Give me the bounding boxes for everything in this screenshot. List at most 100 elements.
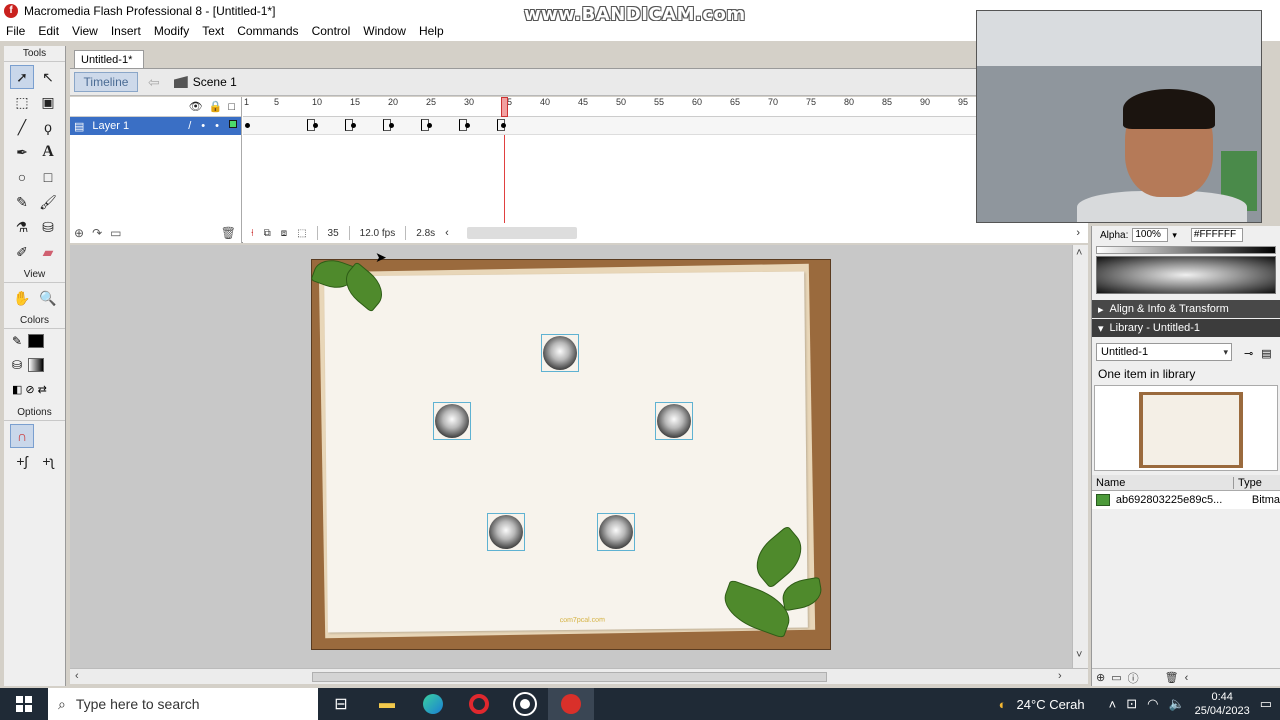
ink-bottle-tool-icon[interactable]: ⚗ [10,215,34,239]
scroll-left-icon[interactable]: ‹ [445,227,449,239]
keyframe[interactable] [351,123,356,128]
keyframe[interactable] [501,123,506,128]
menu-text[interactable]: Text [202,24,224,38]
volume-icon[interactable]: 🔈 [1168,696,1184,712]
lasso-tool-icon[interactable]: ϙ [36,115,60,139]
onion-outline-icon[interactable]: ⧈ [281,228,287,239]
pen-tool-icon[interactable]: ✒ [10,140,34,164]
library-item-row[interactable]: ab692803225e89c5... Bitma [1092,491,1280,509]
outline-icon[interactable]: □ [228,101,235,113]
layer-color-swatch[interactable] [229,120,237,128]
frame-ruler[interactable]: 1 5 10 15 20 25 30 35 40 45 50 55 60 65 … [243,97,1088,117]
pin-icon[interactable]: ⊸ [1244,347,1253,360]
gradient-slider[interactable] [1096,246,1276,254]
scroll-right-icon[interactable]: › [1076,227,1080,239]
insert-layer-icon[interactable]: ⊕ [74,226,84,240]
new-symbol-icon[interactable]: ⊕ [1096,671,1105,684]
ball-symbol[interactable] [433,402,471,440]
pencil-tool-icon[interactable]: ✎ [10,190,34,214]
alpha-input[interactable]: 100% [1132,228,1169,242]
hand-tool-icon[interactable]: ✋ [10,286,34,310]
eraser-tool-icon[interactable]: ▰ [36,240,60,264]
weather-text[interactable]: 24°C Cerah [1017,697,1085,712]
edge-browser-icon[interactable] [410,688,456,720]
onion-skin-icon[interactable]: ⧉ [264,228,271,239]
snap-magnet-icon[interactable]: ∩ [10,424,34,448]
layer-row[interactable]: ▤ Layer 1 / • • [70,117,241,135]
timeline-hscroll-thumb[interactable] [466,227,577,239]
swap-colors-icon[interactable]: ⇄ [38,383,47,396]
eyedropper-tool-icon[interactable]: ✐ [10,240,34,264]
paint-bucket-tool-icon[interactable]: ⛁ [36,215,60,239]
menu-commands[interactable]: Commands [237,24,298,38]
flash-taskbar-icon[interactable] [548,688,594,720]
taskbar-clock[interactable]: 0:44 25/04/2023 [1195,690,1250,718]
wifi-icon[interactable]: ◠ [1147,696,1158,712]
delete-layer-icon[interactable]: 🗑 [221,226,236,240]
straighten-icon[interactable]: +ʅ [36,449,60,473]
start-button[interactable] [0,688,48,720]
stage-vertical-scrollbar[interactable]: ˄ ˅ [1072,245,1088,668]
menu-file[interactable]: File [6,24,25,38]
keyframe[interactable] [245,123,250,128]
column-name[interactable]: Name [1092,476,1234,489]
frame-rate[interactable]: 12.0 fps [360,228,396,239]
black-white-icon[interactable]: ◧ [12,383,22,396]
brush-tool-icon[interactable]: 🖌 [36,190,60,214]
stage-background-frame[interactable]: com7pcal.com [310,254,831,650]
insert-folder-icon[interactable]: ▭ [110,226,121,240]
subselection-tool-icon[interactable]: ↖ [36,65,60,89]
scroll-left-icon[interactable]: ‹ [75,670,79,682]
menu-help[interactable]: Help [419,24,444,38]
weather-icon[interactable]: ◐ [999,697,1007,712]
line-tool-icon[interactable]: ╱ [10,115,34,139]
scene-label[interactable]: Scene 1 [193,75,237,89]
eye-icon[interactable]: 👁 [189,100,203,113]
menu-insert[interactable]: Insert [111,24,141,38]
keyframe[interactable] [465,123,470,128]
center-frame-icon[interactable]: ⍿ [251,228,254,239]
library-header[interactable]: ▾ Library - Untitled-1 [1092,319,1280,337]
scroll-up-icon[interactable]: ˄ [1076,247,1082,259]
bandicam-icon[interactable] [502,688,548,720]
delete-item-icon[interactable]: 🗑 [1165,671,1179,684]
new-folder-icon[interactable]: ▭ [1111,671,1121,684]
alpha-dropdown-icon[interactable]: ▾ [1172,230,1177,241]
lock-dot-icon[interactable]: • [215,120,219,132]
layer-frames[interactable] [243,117,1088,135]
document-tab[interactable]: Untitled-1* [74,50,144,68]
text-tool-icon[interactable]: A [36,140,60,164]
ball-symbol[interactable] [541,334,579,372]
file-explorer-icon[interactable]: ▬ [364,688,410,720]
add-motion-guide-icon[interactable]: ↷ [92,226,102,240]
timeline-toggle-button[interactable]: Timeline [74,72,138,92]
menu-control[interactable]: Control [312,24,351,38]
library-document-select[interactable]: Untitled-1 ▾ [1096,343,1232,361]
layer-name[interactable]: Layer 1 [92,120,129,132]
notifications-icon[interactable]: ▭ [1260,696,1272,712]
new-library-icon[interactable]: ▤ [1261,347,1271,360]
scroll-down-icon[interactable]: ˅ [1076,649,1082,661]
stage-hscroll-thumb[interactable] [312,672,827,682]
lock-icon[interactable]: 🔒 [209,100,223,113]
edit-multiple-icon[interactable]: ⬚ [297,228,306,239]
task-view-icon[interactable]: ⊟ [318,688,364,720]
no-color-icon[interactable]: ⊘ [25,383,34,396]
scroll-left-icon[interactable]: ‹ [1185,672,1189,684]
fill-transform-tool-icon[interactable]: ▣ [36,90,60,114]
selection-tool-icon[interactable]: ➚ [10,65,34,89]
column-type[interactable]: Type [1234,477,1262,489]
menu-modify[interactable]: Modify [154,24,189,38]
taskbar-search-box[interactable]: ⌕ Type here to search [48,688,318,720]
align-info-transform-header[interactable]: ▸ Align & Info & Transform [1092,300,1280,318]
rectangle-tool-icon[interactable]: □ [36,165,60,189]
scroll-right-icon[interactable]: › [1058,670,1062,682]
fill-color-swatch[interactable] [28,358,45,372]
menu-window[interactable]: Window [363,24,406,38]
network-icon[interactable]: ⊡ [1126,696,1137,712]
zoom-tool-icon[interactable]: 🔍 [36,286,60,310]
smooth-icon[interactable]: +ʃ [10,449,34,473]
stroke-color-swatch[interactable] [28,334,45,348]
keyframe[interactable] [427,123,432,128]
playhead-marker[interactable] [501,97,508,117]
